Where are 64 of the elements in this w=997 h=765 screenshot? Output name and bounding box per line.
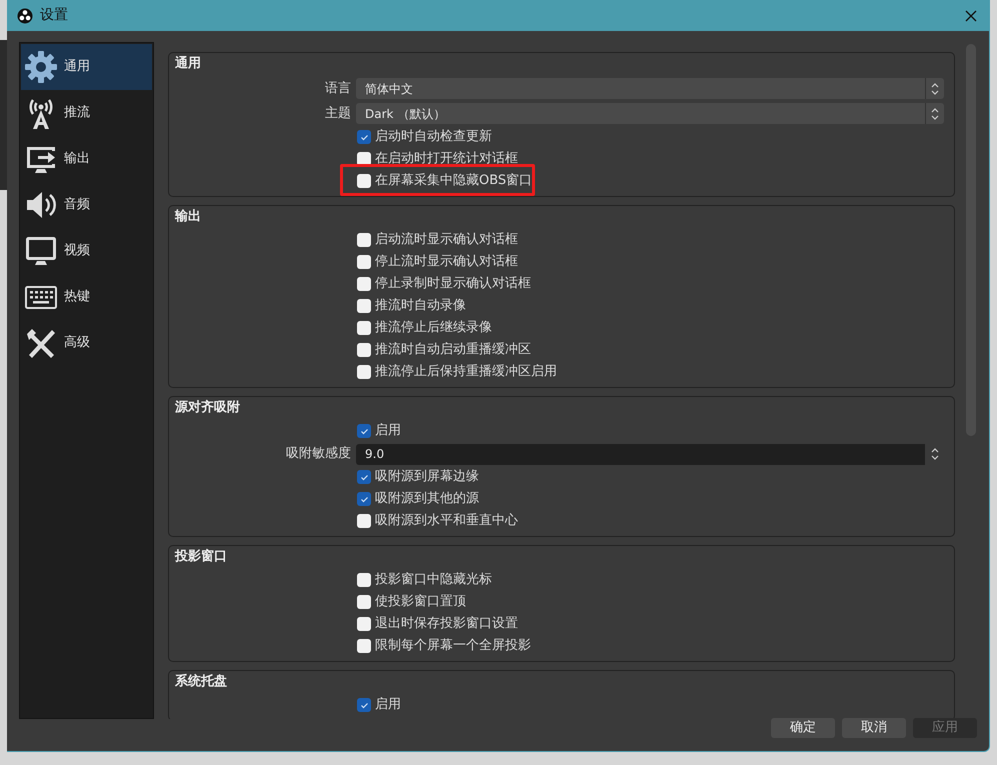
checkbox-label[interactable]: 推流时自动录像 (375, 296, 466, 316)
checkbox[interactable] (357, 174, 371, 188)
checkbox[interactable] (357, 343, 371, 357)
checkbox-label[interactable]: 推流停止后继续录像 (375, 318, 492, 338)
checkbox-label[interactable]: 推流停止后保持重播缓冲区启用 (375, 362, 557, 382)
checkbox[interactable] (357, 514, 371, 528)
monitor-icon (24, 234, 58, 268)
checkbox[interactable] (357, 639, 371, 653)
group-title: 通用 (174, 55, 202, 73)
field-label: 主题 (325, 104, 351, 123)
dialog-button[interactable]: 取消 (842, 718, 906, 738)
checkbox[interactable] (357, 321, 371, 335)
app-logo-icon (17, 8, 33, 24)
check-icon (360, 426, 368, 436)
checkbox[interactable] (357, 595, 371, 609)
field-label: 吸附敏感度 (286, 445, 351, 464)
checkbox[interactable] (357, 255, 371, 269)
checkbox[interactable] (357, 470, 371, 484)
group-title: 投影窗口 (174, 548, 228, 566)
checkbox-label[interactable]: 启用 (375, 421, 401, 441)
spin-arrows-icon[interactable] (930, 106, 940, 122)
dropdown[interactable]: Dark （默认） (356, 103, 944, 124)
checkbox[interactable] (357, 277, 371, 291)
checkbox-label[interactable]: 停止录制时显示确认对话框 (375, 274, 531, 294)
spin-field[interactable]: 9.0 (356, 444, 944, 464)
checkbox[interactable] (357, 698, 371, 712)
check-icon (360, 700, 368, 710)
checkbox[interactable] (357, 492, 371, 506)
gear-icon (24, 50, 58, 84)
checkbox-label[interactable]: 吸附源到水平和垂直中心 (375, 511, 518, 531)
close-icon[interactable] (965, 10, 977, 22)
checkbox-label[interactable]: 退出时保存投影窗口设置 (375, 614, 518, 634)
checkbox-label[interactable]: 启动流时显示确认对话框 (375, 230, 518, 250)
checkbox[interactable] (357, 365, 371, 379)
checkbox-label[interactable]: 投影窗口中隐藏光标 (375, 570, 492, 590)
checkbox-label[interactable]: 停止流时显示确认对话框 (375, 252, 518, 272)
checkbox-label[interactable]: 吸附源到屏幕边缘 (375, 467, 479, 487)
dialog-button[interactable]: 确定 (771, 718, 835, 738)
group-title: 系统托盘 (174, 672, 228, 691)
field-label: 语言 (325, 80, 351, 98)
checkbox[interactable] (357, 573, 371, 587)
check-icon (360, 472, 368, 482)
checkbox[interactable] (357, 617, 371, 631)
sidebar-item[interactable]: 通用 (21, 44, 152, 90)
checkbox-label[interactable]: 在屏幕采集中隐藏OBS窗口 (375, 171, 532, 191)
group-title: 源对齐吸附 (174, 398, 241, 417)
group-title: 输出 (174, 208, 202, 226)
checkbox-label[interactable]: 在启动时打开统计对话框 (375, 149, 518, 169)
window-title: 设置 (40, 6, 68, 25)
spin-arrows-icon[interactable] (930, 80, 940, 96)
checkbox-label[interactable]: 推流时自动启动重播缓冲区 (375, 340, 531, 360)
checkbox-label[interactable]: 使投影窗口置顶 (375, 592, 466, 612)
checkbox-label[interactable]: 限制每个屏幕一个全屏投影 (375, 636, 531, 656)
checkbox[interactable] (357, 130, 371, 144)
dropdown[interactable]: 简体中文 (356, 78, 944, 99)
checkbox-label[interactable]: 启用 (375, 695, 401, 715)
spin-arrows-icon[interactable] (930, 446, 940, 462)
checkbox-label[interactable]: 吸附源到其他的源 (375, 489, 479, 509)
check-icon (360, 132, 368, 142)
checkbox[interactable] (357, 424, 371, 438)
checkbox[interactable] (357, 233, 371, 247)
check-icon (360, 494, 368, 504)
checkbox[interactable] (357, 299, 371, 313)
checkbox-label[interactable]: 启动时自动检查更新 (375, 127, 492, 147)
